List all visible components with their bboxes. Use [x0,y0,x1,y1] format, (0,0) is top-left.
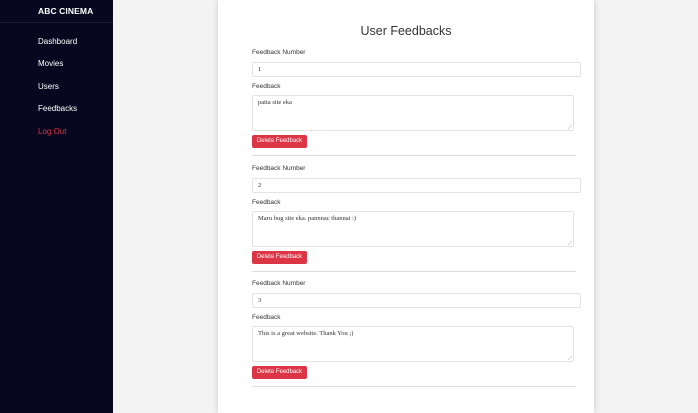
feedback-number-label: Feedback Number [252,280,306,287]
feedback-textarea[interactable]: This is a great website. Thank You ;) [252,326,574,362]
feedback-text: patta site eka [258,99,292,106]
feedback-entry: Feedback Number 3 Feedback This is a gre… [252,280,581,396]
feedback-number-field[interactable]: 2 [252,178,581,193]
delete-feedback-button[interactable]: Delete Feedback [252,135,307,148]
entry-divider [252,271,576,272]
feedback-number-label: Feedback Number [252,165,306,172]
feedback-textarea[interactable]: Maru bug site eka. pannnac thannai :) [252,211,574,247]
delete-feedback-button[interactable]: Delete Feedback [252,366,307,379]
resize-handle-icon[interactable] [567,240,572,245]
feedback-number-field[interactable]: 1 [252,62,581,77]
feedback-text: This is a great website. Thank You ;) [258,330,354,337]
feedback-number-label: Feedback Number [252,49,306,56]
feedback-label: Feedback [252,83,281,90]
sidebar: ABC CINEMA Dashboard Movies Users Feedba… [0,0,113,413]
feedback-textarea[interactable]: patta site eka [252,95,574,131]
feedback-card: User Feedbacks Feedback Number 1 Feedbac… [218,0,594,413]
feedback-text: Maru bug site eka. pannnac thannai :) [258,215,357,222]
resize-handle-icon[interactable] [567,355,572,360]
page-title: User Feedbacks [360,24,452,38]
delete-feedback-button[interactable]: Delete Feedback [252,251,307,264]
sidebar-item-feedbacks[interactable]: Feedbacks [38,104,77,113]
entry-divider [252,155,576,156]
resize-handle-icon[interactable] [567,124,572,129]
sidebar-item-logout[interactable]: Log Out [38,127,66,136]
brand-logo: ABC CINEMA [38,6,94,16]
feedback-label: Feedback [252,199,281,206]
entry-divider [252,386,576,387]
sidebar-item-movies[interactable]: Movies [38,59,63,68]
brand-divider [0,22,113,23]
feedback-number-field[interactable]: 3 [252,293,581,308]
sidebar-item-dashboard[interactable]: Dashboard [38,37,77,46]
sidebar-item-users[interactable]: Users [38,82,59,91]
feedback-entry: Feedback Number 1 Feedback patta site ek… [252,49,581,165]
feedback-label: Feedback [252,314,281,321]
feedback-entry: Feedback Number 2 Feedback Maru bug site… [252,165,581,281]
